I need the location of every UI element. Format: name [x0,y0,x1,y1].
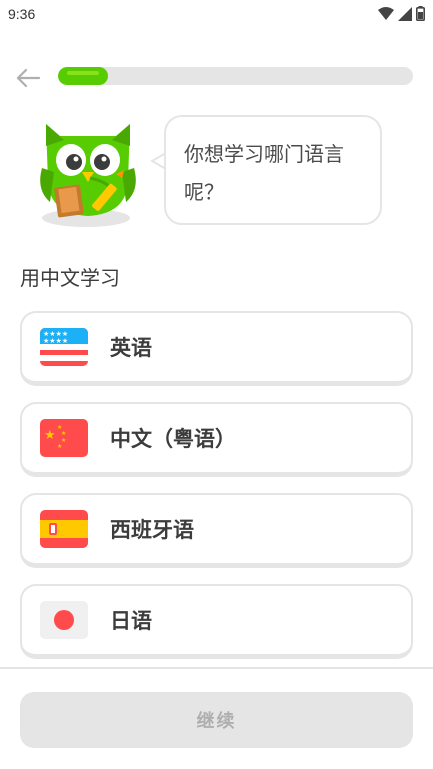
progress-fill [58,67,108,85]
speech-text: 你想学习哪门语言呢？ [184,142,344,204]
language-option-spanish[interactable]: 西班牙语 [20,493,413,568]
language-label: 中文（粤语） [110,427,236,451]
status-time: 9:36 [8,6,36,22]
japan-flag-icon [40,601,88,639]
language-label: 西班牙语 [110,518,194,542]
china-flag-icon: ★ ★ ★ ★ ★ [40,419,88,457]
footer-divider [0,667,433,669]
wifi-icon [378,6,394,20]
language-option-english[interactable]: ★★★★ ★★★★ 英语 [20,311,413,386]
language-list: ★★★★ ★★★★ 英语 ★ ★ ★ ★ ★ 中文（粤语） 西班牙语 日语 [20,311,413,675]
section-title: 用中文学习 [20,266,120,290]
status-icons [378,6,425,21]
spain-flag-icon [40,510,88,548]
svg-text:★: ★ [57,443,62,450]
language-label: 英语 [110,336,152,360]
back-button[interactable] [12,62,44,94]
language-option-cantonese[interactable]: ★ ★ ★ ★ ★ 中文（粤语） [20,402,413,477]
language-label: 日语 [110,609,152,633]
signal-icon [398,6,412,21]
continue-button[interactable]: 继续 [20,692,413,748]
svg-text:★: ★ [61,430,66,437]
svg-text:★★★★: ★★★★ [43,337,68,345]
status-bar: 9:36 [0,0,433,30]
language-option-japanese[interactable]: 日语 [20,584,413,659]
us-flag-icon: ★★★★ ★★★★ [40,328,88,366]
progress-bar [58,67,413,85]
owl-mascot-icon [40,124,136,227]
speech-bubble: 你想学习哪门语言呢？ [164,115,382,225]
arrow-left-icon [16,68,41,88]
svg-text:★: ★ [44,428,56,443]
battery-icon [416,6,425,21]
